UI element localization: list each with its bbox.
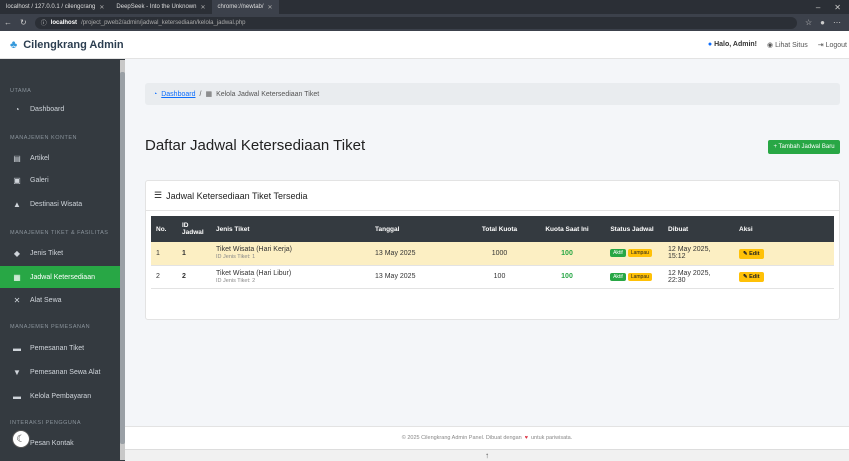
col-header: Aksi [739,225,753,233]
status-badge: Aktif [610,272,626,281]
calendar-icon: ▦ [205,91,213,98]
chat-icon[interactable]: ☾ [12,430,30,448]
close-icon[interactable]: ✕ [200,4,205,11]
col-header: ID Jadwal [182,222,204,236]
brand[interactable]: ♣ Cilengkrang Admin [0,39,124,51]
heart-icon: ♥ [524,435,528,441]
scroll-up-icon[interactable]: ↑ [125,449,849,461]
info-icon: ⓘ [40,21,47,27]
edit-button[interactable]: ✎ Edit [739,248,764,259]
col-header: Tanggal [375,225,400,233]
col-header: Jenis Tiket [216,225,250,233]
page-title: Daftar Jadwal Ketersediaan Tiket [145,137,366,154]
top-navbar: ♣ Cilengkrang Admin ● Halo, Admin! ◉ Liha… [0,31,849,59]
minimize-icon[interactable]: – [816,3,820,12]
sidebar-item-dashboard[interactable]: ◔ Dashboard [0,98,120,120]
address-bar: ← ↻ ⓘ localhost/project_pweb2/admin/jadwa… [0,14,849,31]
sidebar-item-alat-sewa[interactable]: ✕ Alat Sewa [0,289,120,311]
sidebar-heading: MANAJEMEN KONTEN [10,135,77,141]
sidebar-heading: MANAJEMEN TIKET & FASILITAS [10,230,109,236]
cart-icon: ▼ [13,367,21,377]
dashboard-icon: ◔ [14,104,20,114]
col-header: Status Jadwal [610,225,654,233]
receipt-icon: ▬ [13,343,21,353]
article-icon: ▤ [13,153,21,163]
browser-tabbar: localhost / 127.0.0.1 / cilengcrang ✕ Dee… [0,0,849,14]
browser-tab[interactable]: localhost / 127.0.0.1 / cilengcrang ✕ [0,0,110,14]
tools-icon: ✕ [13,295,21,305]
url-field[interactable]: ⓘ localhost/project_pweb2/admin/jadwal_ke… [34,16,797,29]
sidebar-item-galeri[interactable]: ▣ Galeri [0,169,120,191]
sidebar: UTAMA ◔ Dashboard MANAJEMEN KONTEN ▤ Artik… [0,59,125,461]
window-controls: – ✕ [816,3,849,12]
breadcrumb-home[interactable]: Dashboard [161,91,195,98]
sidebar-item-pembayaran[interactable]: ▬ Kelola Pembayaran [0,385,120,407]
reload-icon[interactable]: ↻ [16,18,31,27]
sidebar-item-destinasi[interactable]: ▲ Destinasi Wisata [0,193,120,215]
sidebar-heading: INTERAKSI PENGGUNA [10,420,82,426]
money-icon: ▬ [13,391,21,401]
list-icon: ☰ [154,190,163,200]
schedule-table: No. ID Jadwal Jenis Tiket Tanggal Total … [151,216,834,289]
add-schedule-button[interactable]: + Tambah Jadwal Baru [768,140,840,154]
map-icon: ▲ [13,199,21,209]
col-header: No. [156,225,167,233]
close-icon[interactable]: ✕ [99,4,104,11]
ticket-icon: ◆ [13,248,21,258]
table-row: 2 2 Tiket Wisata (Hari Libur) ID Jenis Ti… [151,265,834,289]
view-site-link[interactable]: ◉ Lihat Situs [767,41,808,49]
status-badge: Aktif [610,249,626,258]
user-greeting[interactable]: ● Halo, Admin! [708,41,757,49]
edit-button[interactable]: ✎ Edit [739,272,764,282]
col-header: Kuota Saat Ini [545,225,589,233]
profile-icon[interactable]: ● [820,18,825,27]
col-header: Dibuat [668,225,689,233]
dashboard-icon: ◔ [153,90,158,98]
sidebar-item-artikel[interactable]: ▤ Artikel [0,147,120,169]
col-header: Total Kuota [481,225,518,233]
user-icon: ● [707,40,713,48]
calendar-icon: ▦ [13,272,21,282]
card-title: Jadwal Ketersediaan Tiket Tersedia [166,190,308,201]
table-row: 1 1 Tiket Wisata (Hari Kerja) ID Jenis Ti… [151,242,834,266]
schedule-card: ☰ Jadwal Ketersediaan Tiket Tersedia No. … [145,180,840,320]
sidebar-scrollbar[interactable] [120,60,125,460]
back-icon[interactable]: ← [0,18,16,27]
sidebar-item-pemesanan-tiket[interactable]: ▬ Pemesanan Tiket [0,337,120,359]
logout-link[interactable]: ⇥ Logout [818,41,847,49]
star-icon[interactable]: ☆ [805,18,812,27]
eye-icon: ◉ [767,41,774,49]
close-icon[interactable]: ✕ [268,4,273,11]
browser-tab[interactable]: DeepSeek - Into the Unknown ✕ [110,0,211,14]
browser-tab[interactable]: chrome://newtab/✕ [211,0,279,14]
tree-icon: ♣ [10,38,18,51]
sidebar-item-jadwal[interactable]: ▦ Jadwal Ketersediaan [0,266,120,288]
window-close-icon[interactable]: ✕ [834,3,841,12]
sidebar-heading: MANAJEMEN PEMESANAN [10,324,91,330]
status-badge: Lampau [627,249,652,258]
menu-icon[interactable]: ⋯ [833,18,841,27]
logout-icon: ⇥ [817,41,824,49]
sidebar-item-pemesanan-sewa[interactable]: ▼ Pemesanan Sewa Alat [0,361,120,383]
image-icon: ▣ [13,175,21,185]
sidebar-item-jenis-tiket[interactable]: ◆ Jenis Tiket [0,242,120,264]
status-badge: Lampau [627,272,652,281]
footer: © 2025 Cilengkrang Admin Panel. Dibuat d… [125,426,849,449]
breadcrumb-current: Kelola Jadwal Ketersediaan Tiket [216,90,320,98]
breadcrumb: ◔ Dashboard / ▦ Kelola Jadwal Ketersediaan… [145,83,840,105]
sidebar-heading: UTAMA [10,88,32,94]
